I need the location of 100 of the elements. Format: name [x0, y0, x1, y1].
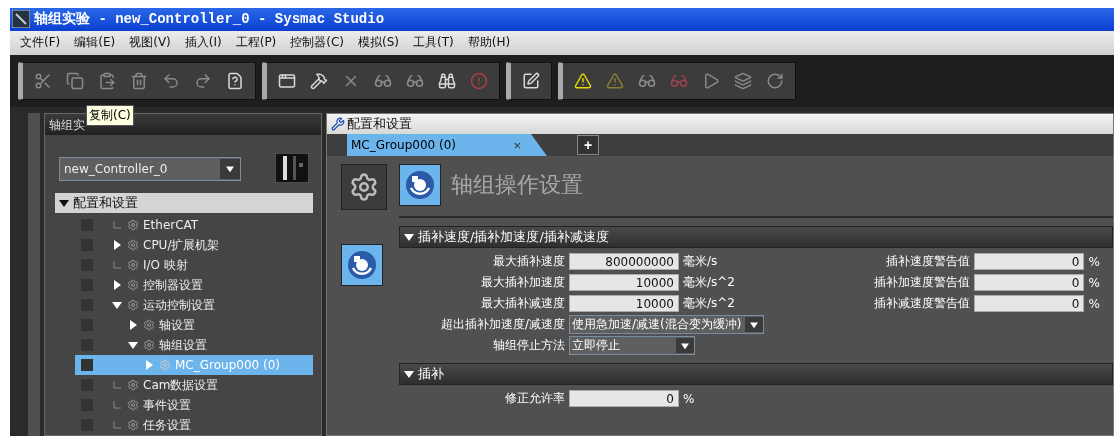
- field-label: 修正允许率: [504, 390, 565, 407]
- settings-button[interactable]: [341, 164, 387, 210]
- tree-line-icon: [113, 401, 121, 409]
- add-tab-button[interactable]: +: [577, 135, 599, 155]
- group-button[interactable]: [341, 244, 383, 286]
- alert-icon: [470, 72, 488, 91]
- number-field[interactable]: 800000000: [569, 253, 679, 270]
- scissors-icon: [34, 72, 52, 91]
- field-label: 最大插补加速度: [480, 274, 565, 291]
- section-header[interactable]: 插补: [399, 363, 1113, 385]
- expanded-caret-icon: [404, 369, 414, 379]
- redo-icon: [194, 72, 212, 91]
- gear-icon: [127, 299, 139, 311]
- tree-item[interactable]: 任务设置: [75, 415, 313, 435]
- group-icon: [347, 250, 377, 280]
- dropdown[interactable]: 立即停止: [569, 336, 695, 355]
- field-label: 最大插补速度: [492, 253, 565, 270]
- collapsed-caret-icon: [128, 320, 138, 330]
- unit-label: %: [683, 391, 695, 406]
- close-button[interactable]: ×: [513, 137, 521, 153]
- tree-item[interactable]: Cam数据设置: [75, 375, 313, 395]
- number-field[interactable]: 0: [974, 253, 1085, 270]
- tree-item[interactable]: 轴组设置: [75, 335, 313, 355]
- tooltip: 复制(C): [86, 105, 134, 127]
- refresh-icon: [766, 72, 784, 91]
- expanded-caret-icon: [681, 341, 689, 350]
- undo-icon: [162, 72, 180, 91]
- gear-icon: [127, 279, 139, 291]
- controller-select[interactable]: new_Controller_0: [59, 157, 241, 181]
- wrench-icon: [331, 117, 345, 131]
- expanded-caret-icon: [112, 300, 122, 310]
- edit-icon: [522, 72, 540, 91]
- field-label: 最大插补减速度: [480, 295, 565, 312]
- field-label: 插补加速度警告值: [873, 274, 971, 291]
- tree-item[interactable]: I/O 映射: [75, 255, 313, 275]
- gear-icon: [127, 239, 139, 251]
- group-icon: [405, 170, 435, 200]
- number-field[interactable]: 10000: [569, 295, 679, 312]
- tree-header[interactable]: 配置和设置: [55, 193, 313, 213]
- expanded-caret-icon: [59, 198, 69, 208]
- collapsed-caret-icon: [112, 240, 122, 250]
- menu-item[interactable]: 编辑(E): [68, 34, 122, 52]
- tree-line-icon: [113, 221, 121, 229]
- unit-label: %: [1088, 275, 1100, 290]
- expanded-caret-icon: [750, 320, 759, 329]
- tree-item[interactable]: 运动控制设置: [75, 295, 313, 315]
- expanded-caret-icon: [404, 232, 414, 242]
- trash-icon: [130, 72, 148, 91]
- paste-icon: [98, 72, 116, 91]
- gear-icon: [127, 259, 139, 271]
- unit-label: 毫米/s^2: [683, 295, 735, 312]
- tree-item[interactable]: 事件设置: [75, 395, 313, 415]
- menu-item[interactable]: 帮助(H): [461, 34, 517, 52]
- gear-icon: [127, 219, 139, 231]
- menu-item[interactable]: 控制器(C): [284, 34, 351, 52]
- field-label: 轴组停止方法: [492, 337, 565, 354]
- number-field[interactable]: 0: [569, 390, 679, 407]
- tree-line-icon: [113, 381, 121, 389]
- play-icon: [702, 72, 720, 91]
- menu-item[interactable]: 工程(P): [229, 34, 283, 52]
- window-icon: [278, 72, 296, 91]
- binoculars-icon: [438, 72, 456, 91]
- gear-icon: [127, 399, 139, 411]
- unit-label: %: [1088, 254, 1100, 269]
- dropdown[interactable]: 使用急加速/减速(混合变为缓冲): [569, 315, 765, 334]
- gear-icon: [349, 172, 379, 202]
- tab[interactable]: MC_Group000 (0) ×: [347, 134, 547, 156]
- field-label: 超出插补加速度/减速度: [439, 316, 565, 333]
- expanded-caret-icon: [226, 165, 234, 173]
- menu-item[interactable]: 插入(I): [178, 34, 228, 52]
- section-header[interactable]: 插补速度/插补加速度/插补减速度: [399, 226, 1113, 248]
- group-button[interactable]: [399, 164, 441, 206]
- copy-icon: [66, 72, 84, 91]
- help-icon: [226, 72, 244, 91]
- tree-line-icon: [113, 421, 121, 429]
- menu-item[interactable]: 视图(V): [123, 34, 177, 52]
- menu-item[interactable]: 工具(T): [407, 34, 460, 52]
- gear-icon: [143, 339, 155, 351]
- editor-title: 配置和设置: [327, 114, 1113, 134]
- tree-item[interactable]: EtherCAT: [75, 215, 313, 235]
- number-field[interactable]: 0: [974, 274, 1085, 291]
- unit-label: 毫米/s: [683, 253, 718, 270]
- field-label: 插补速度警告值: [885, 253, 971, 270]
- warning-icon: [606, 72, 624, 91]
- gear-icon: [159, 359, 171, 371]
- tree-item[interactable]: 控制器设置: [75, 275, 313, 295]
- number-field[interactable]: 10000: [569, 274, 679, 291]
- layers-icon: [734, 72, 752, 91]
- number-field[interactable]: 0: [974, 295, 1085, 312]
- page-title: 轴组操作设置: [451, 171, 583, 199]
- unit-label: 毫米/s^2: [683, 274, 735, 291]
- menu-item[interactable]: 模拟(S): [352, 34, 406, 52]
- tree-item[interactable]: 轴设置: [75, 315, 313, 335]
- tree-item[interactable]: CPU/扩展机架: [75, 235, 313, 255]
- gear-icon: [143, 319, 155, 331]
- menu-item[interactable]: 文件(F): [14, 34, 67, 52]
- controller-icon: [275, 153, 309, 183]
- gear-icon: [127, 379, 139, 391]
- warning-icon: [574, 72, 592, 91]
- tree-line-icon: [113, 261, 121, 269]
